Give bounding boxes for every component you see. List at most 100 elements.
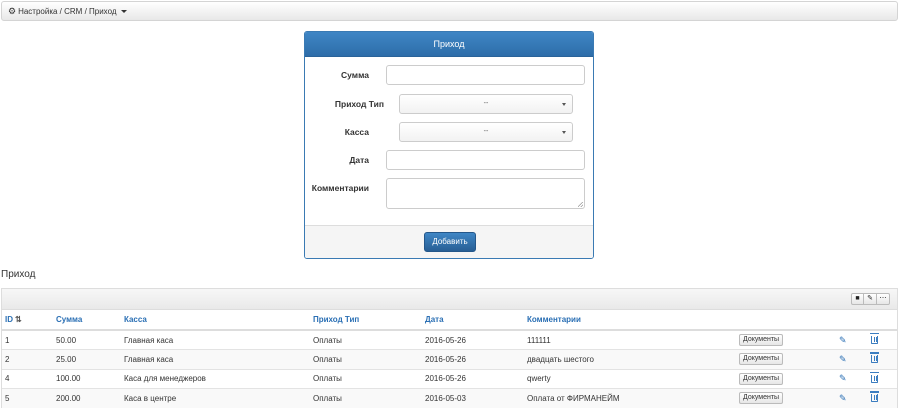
income-type-select[interactable]: -- <box>399 94 573 114</box>
income-type-label: Приход Тип <box>334 99 384 109</box>
cell-edit: ✎ <box>836 388 868 408</box>
cell-amount: 25.00 <box>53 349 121 370</box>
amount-row: Сумма <box>305 65 593 87</box>
documents-button[interactable]: Документы <box>739 334 784 346</box>
breadcrumb[interactable]: ⚙ Настройка / CRM / Приход <box>5 5 130 18</box>
trash-icon[interactable] <box>870 391 879 403</box>
cell-amount: 100.00 <box>53 369 121 389</box>
pencil-icon[interactable]: ✎ <box>839 354 847 364</box>
comment-label: Комментарии <box>311 183 369 193</box>
chevron-down-icon <box>562 103 566 106</box>
pencil-icon[interactable]: ✎ <box>839 335 847 345</box>
caret-down-icon <box>120 10 127 13</box>
col-header-delete <box>868 310 897 331</box>
cash-label: Касса <box>344 127 369 137</box>
cell-type: Оплаты <box>310 369 422 389</box>
toolbar-button-group: ■ ✎ ⋯ <box>851 293 890 305</box>
income-type-selected: -- <box>483 100 489 107</box>
cell-edit: ✎ <box>836 349 868 370</box>
cell-id: 1 <box>2 330 53 350</box>
wrench-icon[interactable]: ✎ <box>864 293 877 305</box>
cell-cash: Главная каса <box>121 330 310 350</box>
table-row: 1 50.00 Главная каса Оплаты 2016-05-26 1… <box>2 330 897 350</box>
income-form-panel: Приход Сумма Приход Тип -- Касса -- Дата… <box>304 31 594 259</box>
cell-id: 2 <box>2 349 53 370</box>
cell-delete <box>868 388 897 408</box>
cell-cash: Каса для менеджеров <box>121 369 310 389</box>
cell-id: 4 <box>2 369 53 389</box>
cell-type: Оплаты <box>310 330 422 350</box>
col-header-type[interactable]: Приход Тип <box>310 310 422 331</box>
form-footer: Добавить <box>305 225 593 258</box>
income-type-row: Приход Тип -- <box>305 94 593 116</box>
cell-amount: 200.00 <box>53 388 121 408</box>
gear-icon: ⚙ <box>8 6 17 16</box>
form-title: Приход <box>305 32 593 57</box>
chevron-down-icon <box>562 131 566 134</box>
breadcrumb-bar: ⚙ Настройка / CRM / Приход <box>1 1 898 21</box>
col-header-comment[interactable]: Комментарии <box>524 310 736 331</box>
cell-edit: ✎ <box>836 369 868 389</box>
sort-ascending-icon[interactable]: ⇅ <box>15 315 22 324</box>
cell-docs: Документы <box>736 349 836 370</box>
breadcrumb-text: Настройка / CRM / Приход <box>18 7 117 16</box>
date-label: Дата <box>349 155 369 165</box>
person-icon[interactable]: ■ <box>851 293 864 305</box>
cell-id: 5 <box>2 388 53 408</box>
section-title: Приход <box>1 269 36 280</box>
cell-comment: 111111 <box>524 330 736 350</box>
trash-icon[interactable] <box>870 333 879 344</box>
cell-date: 2016-05-26 <box>422 349 524 370</box>
documents-button[interactable]: Документы <box>739 392 784 405</box>
cell-comment: двадцать шестого <box>524 349 736 370</box>
cell-delete <box>868 330 897 350</box>
amount-label: Сумма <box>341 70 369 80</box>
table-toolbar: ■ ✎ ⋯ <box>2 289 897 310</box>
resize-grip-icon[interactable] <box>578 202 583 207</box>
cell-cash: Каса в центре <box>121 388 310 408</box>
cell-type: Оплаты <box>310 388 422 408</box>
cell-edit: ✎ <box>836 330 868 350</box>
cell-docs: Документы <box>736 369 836 389</box>
pencil-icon[interactable]: ✎ <box>839 393 847 403</box>
col-header-amount[interactable]: Сумма <box>53 310 121 331</box>
col-header-docs <box>736 310 836 331</box>
amount-input[interactable] <box>386 65 585 85</box>
cell-type: Оплаты <box>310 349 422 370</box>
cell-docs: Документы <box>736 388 836 408</box>
cell-comment: qwerty <box>524 369 736 389</box>
income-table: ■ ✎ ⋯ ID ⇅ Сумма Касса Приход Тип Дата Ко… <box>1 288 898 408</box>
add-button[interactable]: Добавить <box>424 232 476 252</box>
cash-row: Касса -- <box>305 122 593 144</box>
date-input[interactable] <box>386 150 585 170</box>
cell-comment: Оплата от ФИРМАНЕЙМ <box>524 388 736 408</box>
cash-selected: -- <box>483 128 489 135</box>
cell-amount: 50.00 <box>53 330 121 350</box>
pencil-icon[interactable]: ✎ <box>839 373 847 383</box>
table-row: 4 100.00 Каса для менеджеров Оплаты 2016… <box>2 369 897 389</box>
cell-date: 2016-05-26 <box>422 369 524 389</box>
trash-icon[interactable] <box>870 371 879 383</box>
col-header-id[interactable]: ID ⇅ <box>2 310 53 331</box>
table-row: 5 200.00 Каса в центре Оплаты 2016-05-03… <box>2 388 897 408</box>
comment-textarea[interactable] <box>386 178 585 209</box>
col-header-edit <box>836 310 868 331</box>
cell-docs: Документы <box>736 330 836 350</box>
cell-delete <box>868 349 897 370</box>
trash-icon[interactable] <box>870 352 879 364</box>
col-header-date[interactable]: Дата <box>422 310 524 331</box>
cash-select[interactable]: -- <box>399 122 573 142</box>
more-icon[interactable]: ⋯ <box>877 293 890 305</box>
col-header-cash[interactable]: Касса <box>121 310 310 331</box>
table-row: 2 25.00 Главная каса Оплаты 2016-05-26 д… <box>2 349 897 370</box>
documents-button[interactable]: Документы <box>739 353 784 366</box>
cell-date: 2016-05-03 <box>422 388 524 408</box>
documents-button[interactable]: Документы <box>739 372 784 385</box>
cell-delete <box>868 369 897 389</box>
cell-date: 2016-05-26 <box>422 330 524 350</box>
comment-row: Комментарии <box>305 178 593 211</box>
table-header-row: ID ⇅ Сумма Касса Приход Тип Дата Коммента… <box>2 310 897 331</box>
cell-cash: Главная каса <box>121 349 310 370</box>
date-row: Дата <box>305 150 593 172</box>
data-table: ID ⇅ Сумма Касса Приход Тип Дата Коммента… <box>2 310 897 408</box>
